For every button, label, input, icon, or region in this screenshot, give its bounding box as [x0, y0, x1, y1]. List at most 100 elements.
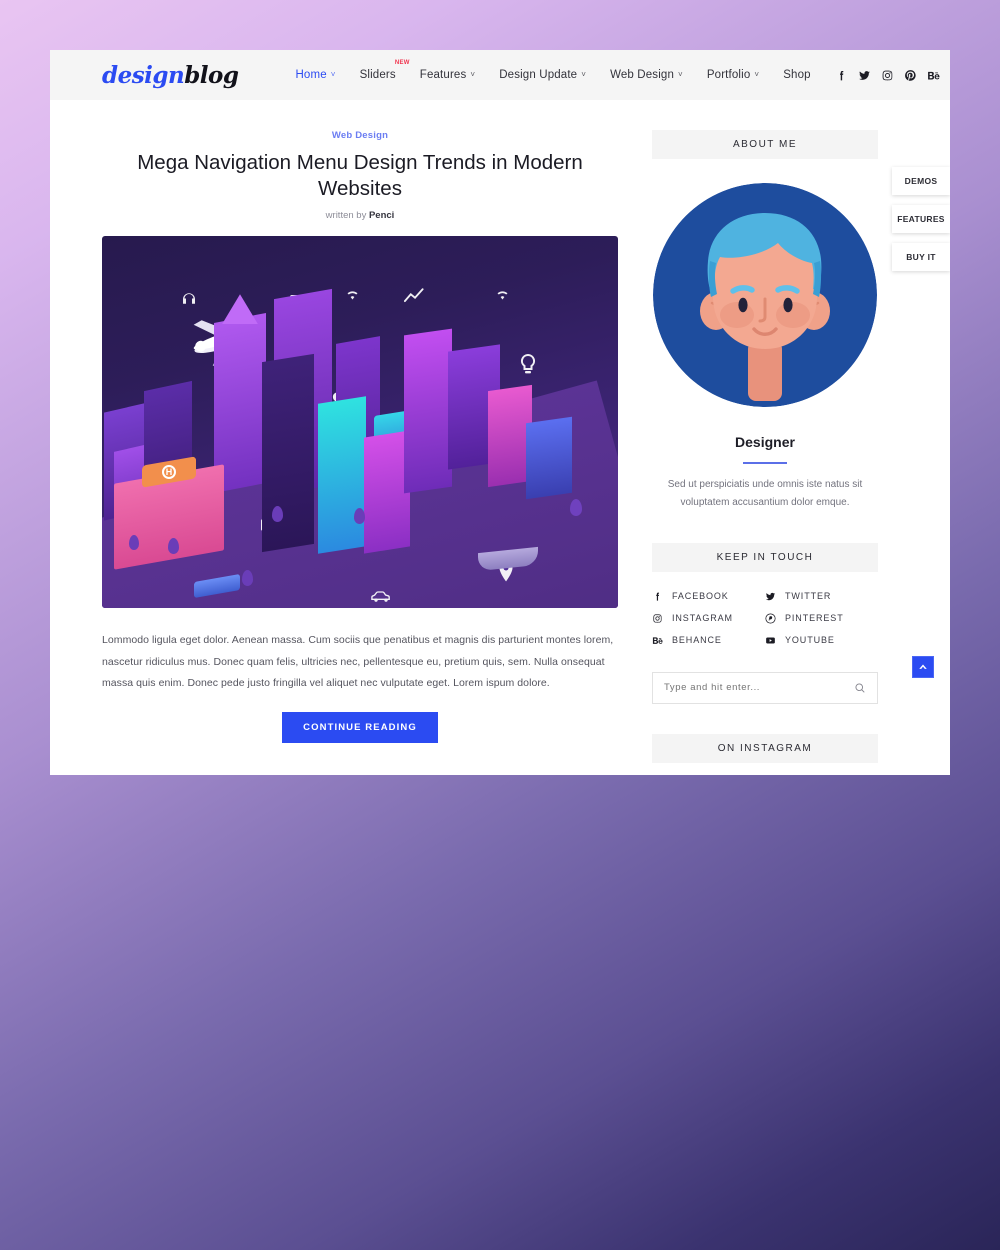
twitter-icon [765, 591, 776, 602]
nav-item-web-design[interactable]: Web Design ˅ [610, 69, 683, 81]
nav-item-design-update[interactable]: Design Update ˅ [499, 69, 586, 81]
facebook-icon[interactable] [835, 69, 848, 82]
chevron-down-icon: ˅ [754, 70, 760, 79]
wifi-icon [495, 288, 510, 301]
about-name: Designer [735, 434, 795, 450]
youtube-icon [765, 635, 776, 646]
search-input[interactable] [664, 682, 854, 693]
avatar [653, 183, 877, 407]
avatar-wrap [652, 183, 878, 407]
social-link-instagram[interactable]: INSTAGRAM [652, 613, 765, 624]
chevron-down-icon: ˅ [678, 70, 683, 79]
sidebar: ABOUT ME Designer Sed ut perspiciatis un… [652, 100, 878, 775]
main-navigation: Home ˅ Sliders NEW Features ˅ Design Upd… [295, 60, 950, 82]
widget-title: KEEP IN TOUCH [652, 542, 878, 572]
chevron-up-icon [919, 664, 927, 669]
nav-item-label: Shop [783, 69, 811, 81]
instagram-icon [652, 613, 663, 624]
tree-dot [570, 499, 582, 517]
browser-viewport: designblog Home ˅ Sliders NEW Features ˅… [50, 50, 950, 775]
post-title[interactable]: Mega Navigation Menu Design Trends in Mo… [102, 150, 618, 201]
nav-item-label: Web Design [610, 69, 674, 81]
chevron-down-icon: ˅ [470, 70, 476, 79]
social-link-label: INSTAGRAM [672, 613, 733, 623]
tree-dot [129, 535, 139, 551]
features-tab[interactable]: FEATURES [892, 205, 950, 233]
social-link-label: BEHANCE [672, 635, 722, 645]
post-article-1: Web Design Mega Navigation Menu Design T… [102, 130, 618, 743]
pinterest-icon[interactable] [904, 69, 917, 82]
social-link-youtube[interactable]: YOUTUBE [765, 635, 878, 646]
nav-item-features[interactable]: Features ˅ [420, 69, 475, 81]
sidebar-search[interactable] [652, 671, 878, 704]
building-dark-tall-mid [262, 354, 314, 553]
social-link-behance[interactable]: BEHANCE [652, 635, 765, 646]
chart-icon [404, 288, 426, 304]
widget-instagram: ON INSTAGRAM [652, 733, 878, 776]
post-list: Web Design Mega Navigation Menu Design T… [102, 100, 618, 775]
buy-it-tab[interactable]: BUY IT [892, 243, 950, 271]
new-badge: NEW [394, 60, 410, 66]
demos-tab[interactable]: DEMOS [892, 167, 950, 195]
social-link-label: TWITTER [785, 591, 832, 601]
tree-dot [168, 538, 179, 555]
social-link-pinterest[interactable]: PINTEREST [765, 612, 878, 624]
facebook-icon [652, 591, 663, 602]
search-icon[interactable] [854, 682, 866, 694]
header-social-links [835, 69, 950, 82]
logo-text-secondary: blog [184, 61, 239, 89]
behance-icon [652, 635, 663, 646]
behance-icon[interactable] [927, 69, 940, 82]
avatar-illustration [653, 183, 877, 407]
post-meta: written by Penci [102, 210, 618, 221]
social-link-label: PINTEREST [785, 613, 844, 623]
chevron-down-icon: ˅ [581, 70, 587, 79]
post-author[interactable]: Penci [369, 210, 394, 221]
building-low-blue [526, 417, 572, 500]
pinterest-icon [765, 612, 776, 624]
social-link-twitter[interactable]: TWITTER [765, 591, 878, 602]
nav-item-shop[interactable]: Shop [783, 69, 810, 81]
site-header: designblog Home ˅ Sliders NEW Features ˅… [50, 50, 950, 100]
post-excerpt: Lommodo ligula eget dolor. Aenean massa.… [102, 634, 614, 690]
wifi-icon [345, 288, 360, 301]
tree-dot [272, 506, 283, 523]
social-link-label: YOUTUBE [785, 635, 835, 645]
twitter-icon[interactable] [858, 69, 871, 82]
building-neon-right [404, 328, 452, 494]
social-link-label: FACEBOOK [672, 591, 729, 601]
nav-item-label: Sliders [359, 69, 396, 81]
nav-item-label: Portfolio [706, 69, 751, 81]
instagram-icon[interactable] [881, 69, 894, 82]
tree-dot [354, 508, 365, 525]
continue-reading-wrap: CONTINUE READING [102, 711, 618, 743]
nav-item-label: Design Update [499, 69, 578, 81]
tree-dot [242, 570, 253, 587]
continue-reading-button[interactable]: CONTINUE READING [282, 711, 438, 743]
nav-item-label: Features [419, 69, 467, 81]
post-meta-prefix: written by [325, 210, 369, 222]
about-divider [743, 462, 787, 464]
widget-about-me: ABOUT ME Designer Sed ut perspiciatis un… [652, 130, 878, 513]
car-icon [371, 591, 391, 603]
widget-keep-in-touch: KEEP IN TOUCH FACEBOOK TWITTER INSTAGRAM [652, 542, 878, 646]
floating-demo-tabs: DEMOS FEATURES BUY IT [892, 167, 950, 281]
nav-item-home[interactable]: Home ˅ [295, 69, 335, 81]
page-content: Web Design Mega Navigation Menu Design T… [50, 100, 950, 775]
nav-item-label: Home [295, 69, 327, 81]
lightbulb-icon [519, 354, 537, 378]
widget-title: ABOUT ME [652, 130, 878, 159]
post-featured-image[interactable]: $ H [102, 236, 618, 609]
headphones-icon [180, 291, 198, 309]
social-link-grid: FACEBOOK TWITTER INSTAGRAM PINTEREST BEH… [652, 591, 878, 646]
back-to-top-button[interactable] [912, 656, 934, 678]
site-logo[interactable]: designblog [102, 61, 239, 89]
about-bio: Sed ut perspiciatis unde omnis iste natu… [667, 478, 863, 509]
nav-item-portfolio[interactable]: Portfolio ˅ [707, 69, 759, 81]
widget-title: ON INSTAGRAM [652, 733, 878, 763]
social-link-facebook[interactable]: FACEBOOK [652, 591, 765, 602]
nav-item-sliders[interactable]: Sliders NEW [359, 60, 410, 81]
post-category-link[interactable]: Web Design [102, 130, 618, 141]
chevron-down-icon: ˅ [330, 70, 336, 79]
building-cyan-tower [318, 396, 366, 555]
